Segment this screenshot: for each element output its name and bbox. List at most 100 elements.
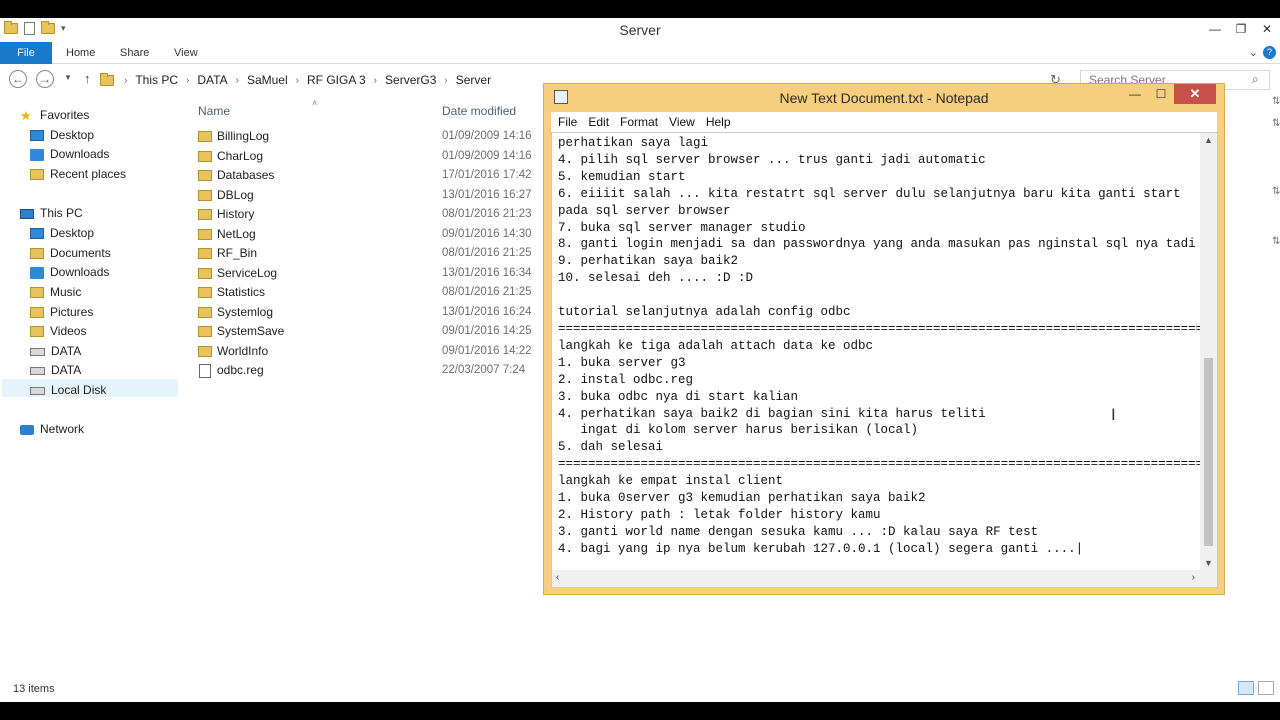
tab-file[interactable]: File <box>0 42 52 64</box>
horizontal-scrollbar[interactable]: ‹ › <box>552 570 1201 587</box>
computer-icon <box>20 208 34 219</box>
chevron-right-icon: › <box>124 74 128 86</box>
notepad-line: 7. buka sql server manager studio <box>558 220 806 235</box>
nav-pc-data[interactable]: DATA <box>30 342 81 361</box>
notepad-window-controls: — ☐ ✕ <box>1122 84 1216 104</box>
scroll-left-icon[interactable]: ‹ <box>556 572 559 583</box>
details-view-icon[interactable] <box>1238 681 1254 695</box>
nav-label: Local Disk <box>51 383 107 397</box>
file-date: 08/01/2016 21:25 <box>442 286 532 298</box>
up-button[interactable]: ↑ <box>84 71 91 86</box>
nav-local-disk[interactable]: Local Disk <box>30 381 106 400</box>
registry-file-icon <box>199 363 211 378</box>
nav-favorites[interactable]: ★ Favorites <box>20 106 89 125</box>
scroll-right-icon[interactable]: › <box>1192 572 1195 583</box>
file-row-servicelog[interactable]: ServiceLog 13/01/2016 16:34 <box>198 264 538 284</box>
close-button[interactable]: ✕ <box>1174 84 1216 104</box>
restore-button[interactable]: ❐ <box>1228 18 1254 40</box>
large-icons-view-icon[interactable] <box>1258 681 1274 695</box>
notepad-line: 5. kemudian start <box>558 169 686 184</box>
minimize-button[interactable]: — <box>1122 84 1148 104</box>
nav-pc-desktop[interactable]: Desktop <box>30 224 94 243</box>
file-name: SystemSave <box>217 324 285 338</box>
nav-pc-videos[interactable]: Videos <box>30 322 86 341</box>
file-row-history[interactable]: History 08/01/2016 21:23 <box>198 205 538 225</box>
nav-label: DATA <box>51 344 82 358</box>
menu-help[interactable]: Help <box>706 115 731 129</box>
scroll-down-icon[interactable]: ▼ <box>1200 558 1217 568</box>
file-row-dblog[interactable]: DBLog 13/01/2016 16:27 <box>198 186 538 206</box>
nav-pc-downloads[interactable]: Downloads <box>30 263 109 282</box>
close-button[interactable]: ✕ <box>1254 18 1280 40</box>
breadcrumb-server[interactable]: Server <box>456 73 491 87</box>
nav-fav-downloads[interactable]: Downloads <box>30 145 109 164</box>
folder-icon <box>198 267 212 279</box>
menu-edit[interactable]: Edit <box>588 115 609 129</box>
pane-toggle-icon[interactable]: ⇅ <box>1272 118 1280 129</box>
nav-pc-documents[interactable]: Documents <box>30 244 111 263</box>
minimize-button[interactable]: — <box>1202 18 1228 40</box>
menu-file[interactable]: File <box>558 115 577 129</box>
menu-format[interactable]: Format <box>620 115 658 129</box>
back-button[interactable]: ← <box>9 70 27 88</box>
nav-fav-desktop[interactable]: Desktop <box>30 126 94 145</box>
column-header-name[interactable]: Name <box>198 104 230 118</box>
file-row-billinglog[interactable]: BillingLog 01/09/2009 14:16 <box>198 127 538 147</box>
notepad-text-area[interactable]: perhatikan saya lagi 4. pilih sql server … <box>551 132 1218 588</box>
search-icon[interactable]: ⌕ <box>1252 72 1259 87</box>
scroll-up-icon[interactable]: ▲ <box>1200 135 1217 145</box>
file-row-netlog[interactable]: NetLog 09/01/2016 14:30 <box>198 225 538 245</box>
file-row-statistics[interactable]: Statistics 08/01/2016 21:25 <box>198 283 538 303</box>
notepad-text[interactable]: perhatikan saya lagi 4. pilih sql server … <box>558 135 1203 569</box>
help-icon[interactable]: ? <box>1263 46 1276 59</box>
breadcrumb-serverg3[interactable]: ServerG3 <box>385 73 436 87</box>
recent-locations-icon[interactable]: ▼ <box>64 73 72 82</box>
file-row-systemsave[interactable]: SystemSave 09/01/2016 14:25 <box>198 322 538 342</box>
file-date: 09/01/2016 14:30 <box>442 227 532 240</box>
nav-label: Network <box>40 422 85 436</box>
tab-share[interactable]: Share <box>120 42 149 64</box>
file-row-rf-bin[interactable]: RF_Bin 08/01/2016 21:25 <box>198 244 538 264</box>
folder-icon <box>100 72 114 86</box>
tab-home[interactable]: Home <box>66 42 95 64</box>
notepad-line: ========================================… <box>558 457 1203 472</box>
column-header-date[interactable]: Date modified <box>442 104 516 118</box>
breadcrumb-data[interactable]: DATA <box>197 73 227 87</box>
pane-toggle-icon[interactable]: ⇅ <box>1272 186 1280 197</box>
folder-icon <box>198 306 212 318</box>
tab-view[interactable]: View <box>174 42 198 64</box>
file-row-worldinfo[interactable]: WorldInfo 09/01/2016 14:22 <box>198 342 538 362</box>
notepad-line: 4. perhatikan saya baik2 di bagian sini … <box>558 406 986 421</box>
videos-icon <box>30 326 44 337</box>
file-row-databases[interactable]: Databases 17/01/2016 17:42 <box>198 166 538 186</box>
nav-pc-pictures[interactable]: Pictures <box>30 303 93 322</box>
nav-fav-recent[interactable]: Recent places <box>30 165 126 184</box>
breadcrumb-rf-giga-3[interactable]: RF GIGA 3 <box>307 73 366 87</box>
pane-toggle-icon[interactable]: ⇅ <box>1272 236 1280 247</box>
file-row-odbc-reg[interactable]: odbc.reg 22/03/2007 7:24 <box>198 361 538 381</box>
forward-button[interactable]: → <box>36 70 54 88</box>
pane-toggle-icon[interactable]: ⇅ <box>1272 96 1280 107</box>
breadcrumb-this-pc[interactable]: This PC <box>135 73 178 87</box>
network-icon <box>20 424 34 435</box>
vertical-scrollbar[interactable]: ▲ ▼ <box>1200 133 1217 570</box>
nav-this-pc[interactable]: This PC <box>20 204 83 223</box>
vertical-scroll-thumb[interactable] <box>1204 358 1213 546</box>
drive-icon <box>30 347 45 356</box>
menu-view[interactable]: View <box>669 115 695 129</box>
drive-icon <box>30 386 45 395</box>
nav-label: Desktop <box>50 128 95 142</box>
chevron-right-icon: › <box>235 74 239 86</box>
maximize-button[interactable]: ☐ <box>1148 84 1174 104</box>
breadcrumb-samuel[interactable]: SaMuel <box>247 73 288 87</box>
expand-ribbon-icon[interactable]: ⌄ <box>1249 42 1258 64</box>
nav-pc-music[interactable]: Music <box>30 283 81 302</box>
notepad-line: 3. buka odbc nya di start kalian <box>558 389 799 404</box>
nav-data-selected[interactable]: DATA <box>30 361 81 380</box>
file-row-charlog[interactable]: CharLog 01/09/2009 14:16 <box>198 147 538 167</box>
breadcrumb[interactable]: › This PC › DATA › SaMuel › RF GIGA 3 › … <box>100 70 491 90</box>
nav-network[interactable]: Network <box>20 420 84 439</box>
notepad-line: 2. instal odbc.reg <box>558 372 694 387</box>
file-row-systemlog[interactable]: Systemlog 13/01/2016 16:24 <box>198 303 538 323</box>
size-grip[interactable] <box>1200 570 1217 587</box>
